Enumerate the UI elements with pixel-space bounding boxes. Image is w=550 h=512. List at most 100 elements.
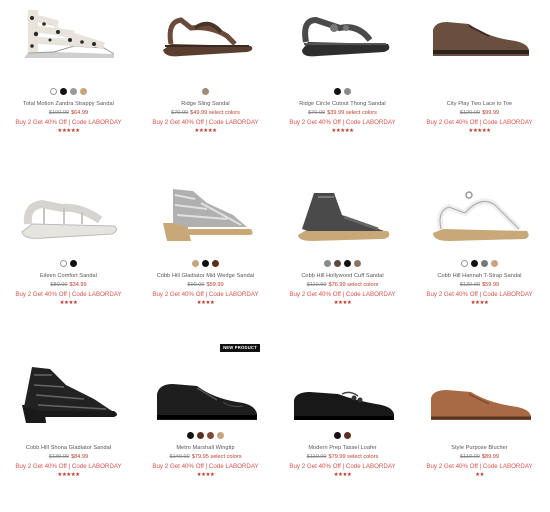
rating-stars: ★★	[475, 472, 484, 478]
product-card[interactable]: Metro Marshall Wingtip $140.00 $79.95 sel…	[137, 344, 274, 512]
sale-price: $76.99 select colors	[328, 282, 379, 288]
promo-text: Buy 2 Get 40% Off | Code LABORDAY	[289, 291, 396, 298]
color-swatch[interactable]	[344, 260, 351, 267]
product-name[interactable]: Cobb Hill Shona Gladiator Sandal	[0, 445, 137, 451]
product-name[interactable]: Ridge Circle Cutout Thong Sandal	[274, 101, 411, 107]
color-swatch[interactable]	[354, 260, 361, 267]
rating-stars: ★★★★★	[468, 128, 491, 134]
product-name[interactable]: Eileen Comfort Sandal	[0, 273, 137, 279]
color-swatch[interactable]	[324, 260, 331, 267]
product-name[interactable]: Total Motion Zandra Strappy Sandal	[0, 101, 137, 107]
product-card[interactable]: Cobb Hill Shona Gladiator Sandal $130.00…	[0, 344, 137, 512]
promo-text: Buy 2 Get 40% Off | Code LABORDAY	[426, 119, 533, 126]
brown-lace-shoe-icon[interactable]	[421, 4, 538, 64]
color-swatch[interactable]	[481, 260, 488, 267]
rating-stars: ★★★★★	[57, 128, 80, 134]
sale-price: $84.99	[71, 454, 89, 460]
color-swatch[interactable]	[471, 260, 478, 267]
product-price: $100.00 $64.99	[0, 110, 137, 116]
tassel-loafer-icon[interactable]	[284, 372, 401, 432]
product-card[interactable]: Style Purpose Blucher $110.00 $89.99 Buy …	[411, 344, 548, 512]
product-name[interactable]: Cobb Hill Hannah T-Strap Sandal	[411, 273, 548, 279]
product-price: $110.00 $89.99	[411, 454, 548, 460]
color-swatch[interactable]	[344, 432, 351, 439]
color-swatch[interactable]	[60, 88, 67, 95]
color-swatches	[274, 260, 411, 268]
color-swatch[interactable]	[334, 88, 341, 95]
promo-text: Buy 2 Get 40% Off | Code LABORDAY	[152, 291, 259, 298]
color-swatch[interactable]	[197, 432, 204, 439]
color-swatch[interactable]	[70, 260, 77, 267]
gray-cuff-sandal-icon[interactable]	[284, 182, 401, 246]
color-swatch[interactable]	[217, 432, 224, 439]
original-price: $110.00	[460, 454, 480, 460]
product-card[interactable]: Total Motion Zandra Strappy Sandal $100.…	[0, 0, 137, 168]
original-price: $120.00	[459, 110, 481, 116]
product-card[interactable]: Cobb Hill Gladiator Mid Wedge Sandal $90…	[137, 172, 274, 340]
product-price: $140.00 $79.95 select colors	[137, 454, 274, 460]
product-name[interactable]: City Play Two Lace to Toe	[411, 101, 548, 107]
product-price: $70.00 $39.99 select colors	[274, 110, 411, 116]
promo-text: Buy 2 Get 40% Off | Code LABORDAY	[15, 463, 122, 470]
silver-wedge-sandal-icon[interactable]	[147, 182, 264, 246]
promo-text: Buy 2 Get 40% Off | Code LABORDAY	[426, 463, 533, 470]
color-swatch[interactable]	[334, 260, 341, 267]
thong-sandal-icon[interactable]	[284, 4, 401, 64]
brown-sling-sandal-icon[interactable]	[147, 4, 264, 64]
color-swatches	[0, 260, 137, 268]
product-price: $130.00 $59.99	[411, 282, 548, 288]
color-swatch[interactable]	[491, 260, 498, 267]
color-swatch[interactable]	[344, 88, 351, 95]
product-name[interactable]: Metro Marshall Wingtip	[137, 445, 274, 451]
promo-text: Buy 2 Get 40% Off | Code LABORDAY	[15, 119, 122, 126]
product-price: $130.00 $84.99	[0, 454, 137, 460]
product-price: $80.00 $34.99	[0, 282, 137, 288]
color-swatch[interactable]	[192, 260, 199, 267]
product-name[interactable]: Ridge Sling Sandal	[137, 101, 274, 107]
tan-blucher-icon[interactable]	[421, 372, 538, 432]
original-price: $90.00	[187, 282, 205, 288]
original-price: $110.00	[306, 282, 327, 288]
product-price: $110.00 $79.99 select colors	[274, 454, 411, 460]
white-tstrap-sandal-icon[interactable]	[421, 182, 538, 246]
color-swatch[interactable]	[187, 432, 194, 439]
product-name[interactable]: Style Purpose Blucher	[411, 445, 548, 451]
leopard-strappy-sandal-icon[interactable]	[10, 4, 127, 64]
color-swatch[interactable]	[60, 260, 67, 267]
sale-price: $99.99	[482, 110, 500, 116]
original-price: $70.00	[308, 110, 326, 116]
product-price: $110.00 $76.99 select colors	[274, 282, 411, 288]
sale-price: $49.99 select colors	[190, 110, 240, 116]
color-swatch[interactable]	[334, 432, 341, 439]
color-swatch[interactable]	[461, 260, 468, 267]
color-swatch[interactable]	[80, 88, 87, 95]
rating-stars: ★★★★	[196, 300, 215, 306]
color-swatch[interactable]	[212, 260, 219, 267]
color-swatch[interactable]	[50, 88, 57, 95]
white-comfort-sandal-icon[interactable]	[10, 186, 127, 246]
color-swatch[interactable]	[207, 432, 214, 439]
product-card[interactable]: Ridge Sling Sandal $70.00 $49.99 select c…	[137, 0, 274, 168]
product-card[interactable]: City Play Two Lace to Toe $120.00 $99.99 …	[411, 0, 548, 168]
rating-stars: ★★★★★	[194, 128, 217, 134]
color-swatch[interactable]	[202, 260, 209, 267]
original-price: $80.00	[50, 282, 68, 288]
product-card[interactable]: Cobb Hill Hollywood Cuff Sandal $110.00 $…	[274, 172, 411, 340]
rating-stars: ★★★★★	[57, 472, 80, 478]
sale-price: $59.99	[482, 282, 500, 288]
product-card[interactable]: Eileen Comfort Sandal $80.00 $34.99 Buy 2…	[0, 172, 137, 340]
color-swatches	[274, 88, 411, 96]
product-card[interactable]: Cobb Hill Hannah T-Strap Sandal $130.00 $…	[411, 172, 548, 340]
color-swatch[interactable]	[70, 88, 77, 95]
product-card[interactable]: Ridge Circle Cutout Thong Sandal $70.00 $…	[274, 0, 411, 168]
rating-stars: ★★★★★	[331, 128, 354, 134]
sale-price: $34.99	[69, 282, 87, 288]
black-wingtip-icon[interactable]	[147, 370, 264, 430]
color-swatches	[274, 432, 411, 440]
product-name[interactable]: Cobb Hill Hollywood Cuff Sandal	[274, 273, 411, 279]
color-swatch[interactable]	[202, 88, 209, 95]
product-name[interactable]: Modern Prep Tassel Loafer	[274, 445, 411, 451]
product-card[interactable]: Modern Prep Tassel Loafer $110.00 $79.99 …	[274, 344, 411, 512]
black-gladiator-sandal-icon[interactable]	[10, 360, 127, 426]
product-name[interactable]: Cobb Hill Gladiator Mid Wedge Sandal	[137, 273, 274, 279]
